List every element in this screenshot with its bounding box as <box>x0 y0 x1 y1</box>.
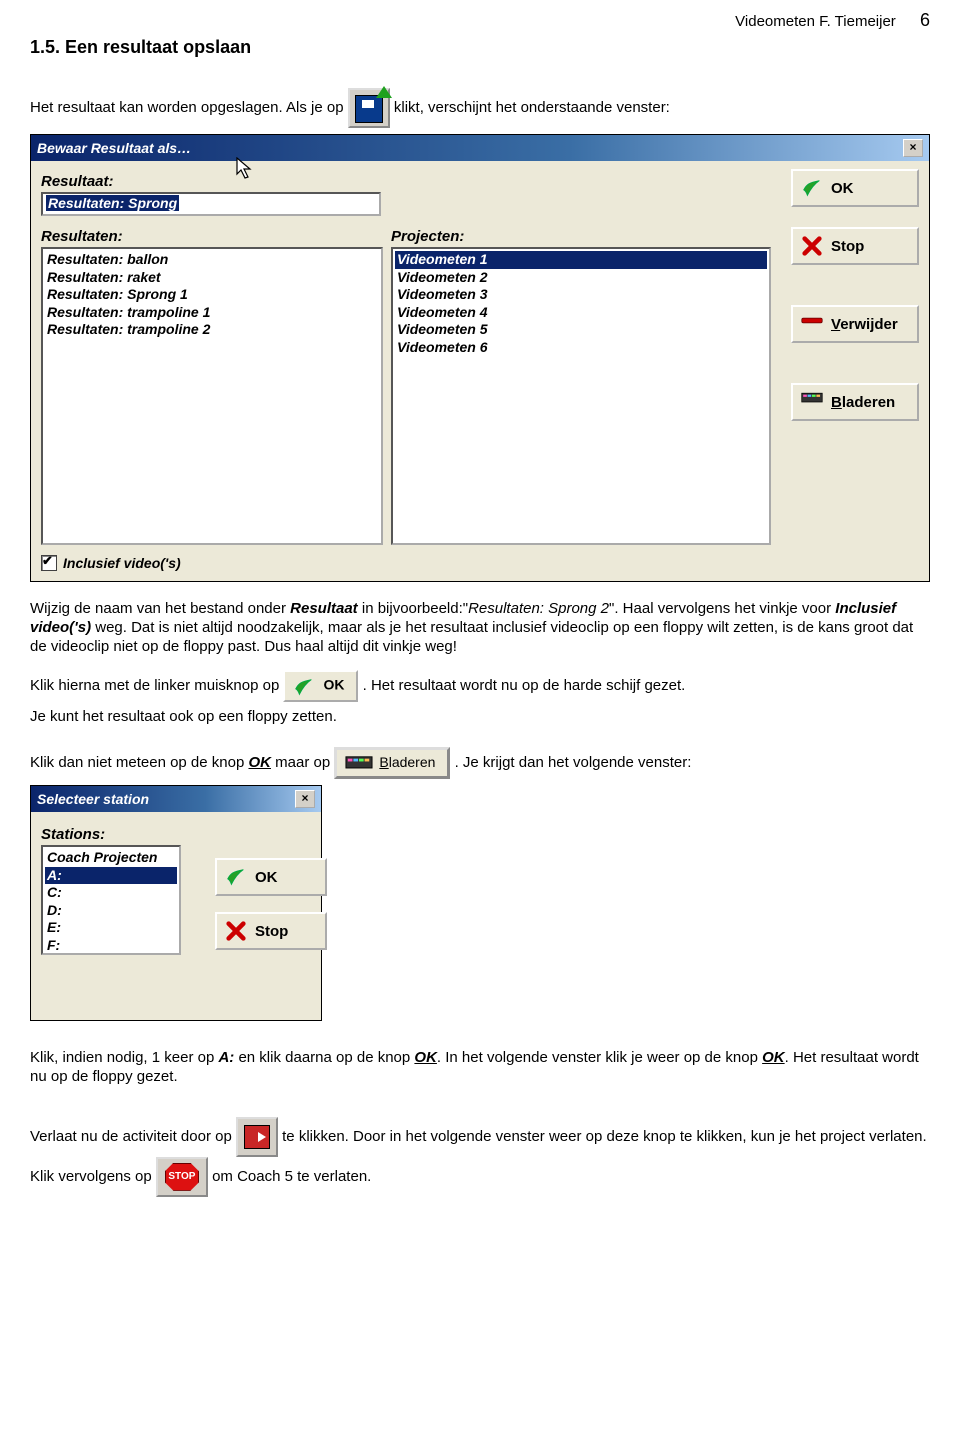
list-item[interactable]: Videometen 1 <box>395 251 767 269</box>
ok-button-label: OK <box>255 869 278 886</box>
p7-c: om Coach 5 te verlaten. <box>212 1168 371 1185</box>
x-icon <box>225 920 247 942</box>
stop-button[interactable]: Stop <box>215 912 327 950</box>
list-item[interactable]: Resultaten: raket <box>45 269 379 287</box>
paragraph-1: Het resultaat kan worden opgeslagen. Als… <box>30 88 930 128</box>
listbox-stations[interactable]: Coach ProjectenA:C:D:E:F: <box>41 845 181 955</box>
check-icon <box>225 866 247 888</box>
input-resultaat[interactable]: Resultaten: Sprong <box>41 192 381 216</box>
ok-button[interactable]: OK <box>215 858 327 896</box>
checkbox-icon[interactable] <box>41 555 57 571</box>
paragraph-5: Klik dan niet meteen op de knop OK maar … <box>30 747 930 779</box>
p2-c: in bijvoorbeeld:" <box>358 600 468 617</box>
p2-a: Wijzig de naam van het bestand onder <box>30 600 290 617</box>
bladeren-button[interactable]: Bladeren <box>791 383 919 421</box>
label-stations: Stations: <box>41 826 311 843</box>
label-projecten: Projecten: <box>391 228 771 245</box>
check-icon <box>293 676 315 696</box>
p6-b: A: <box>218 1049 234 1066</box>
p2-e: ". Haal vervolgens het vinkje voor <box>609 600 835 617</box>
p2-b: Resultaat <box>290 600 358 617</box>
list-item[interactable]: Resultaten: trampoline 2 <box>45 321 379 339</box>
p3-b: . Het resultaat wordt nu op de harde sch… <box>363 677 686 694</box>
ok-button-inline: OK <box>283 670 358 702</box>
p6-c: en klik daarna op de knop <box>234 1049 414 1066</box>
x-icon <box>801 235 823 257</box>
paragraph-7: Verlaat nu de activiteit door op te klik… <box>30 1117 930 1197</box>
list-item[interactable]: Videometen 4 <box>395 304 767 322</box>
delete-icon <box>801 313 823 335</box>
ok-button[interactable]: OK <box>791 169 919 207</box>
stop-icon-label: STOP <box>165 1163 199 1191</box>
input-resultaat-value: Resultaten: Sprong <box>46 195 179 211</box>
dialog-title: Selecteer station <box>37 791 149 807</box>
browse-icon <box>801 391 823 413</box>
list-item[interactable]: Coach Projecten <box>45 849 177 867</box>
paragraph-3: Klik hierna met de linker muisknop op OK… <box>30 670 930 702</box>
paragraph-2: Wijzig de naam van het bestand onder Res… <box>30 600 930 656</box>
label-resultaat: Resultaat: <box>41 173 919 190</box>
stop-button-label: Stop <box>831 238 864 255</box>
paragraph-6: Klik, indien nodig, 1 keer op A: en klik… <box>30 1049 930 1087</box>
listbox-resultaten[interactable]: Resultaten: ballonResultaten: raketResul… <box>41 247 383 545</box>
p6-ok: OK <box>414 1049 437 1066</box>
dialog-title: Bewaar Resultaat als… <box>37 140 191 156</box>
p6-ok2: OK <box>762 1049 785 1066</box>
bladeren-inline-label: laderen <box>389 754 436 770</box>
titlebar[interactable]: Selecteer station × <box>31 786 321 812</box>
p7-a: Verlaat nu de activiteit door op <box>30 1128 236 1145</box>
ok-button-label: OK <box>831 180 854 197</box>
p3-a: Klik hierna met de linker muisknop op <box>30 677 283 694</box>
p1-text-b: klikt, verschijnt het onderstaande venst… <box>394 99 670 116</box>
ok-inline-label: OK <box>323 677 344 693</box>
list-item[interactable]: Resultaten: trampoline 1 <box>45 304 379 322</box>
doc-title: Videometen F. Tiemeijer <box>735 13 896 30</box>
list-item[interactable]: E: <box>45 919 177 937</box>
p5-ok: OK <box>248 754 271 771</box>
listbox-projecten[interactable]: Videometen 1Videometen 2Videometen 3Vide… <box>391 247 771 545</box>
page-number: 6 <box>920 10 930 31</box>
p5-c: . Je krijgt dan het volgende venster: <box>455 754 692 771</box>
p6-d: . In het volgende venster klik je weer o… <box>437 1049 762 1066</box>
list-item[interactable]: A: <box>45 867 177 885</box>
list-item[interactable]: C: <box>45 884 177 902</box>
check-icon <box>801 177 823 199</box>
stop-button[interactable]: Stop <box>791 227 919 265</box>
p1-text-a: Het resultaat kan worden opgeslagen. Als… <box>30 99 348 116</box>
stop-icon: STOP <box>156 1157 208 1197</box>
verwijder-button[interactable]: Verwijder <box>791 305 919 343</box>
checkbox-inclusief-video[interactable]: Inclusief video('s) <box>41 555 919 571</box>
page-header: Videometen F. Tiemeijer 6 <box>30 10 930 31</box>
close-icon[interactable]: × <box>295 790 315 808</box>
stop-button-label: Stop <box>255 923 288 940</box>
p2-g: weg. Dat is niet altijd noodzakelijk, ma… <box>30 619 913 655</box>
paragraph-4: Je kunt het resultaat ook op een floppy … <box>30 708 930 727</box>
list-item[interactable]: Videometen 5 <box>395 321 767 339</box>
section-title: 1.5. Een resultaat opslaan <box>30 37 930 58</box>
p6-a: Klik, indien nodig, 1 keer op <box>30 1049 218 1066</box>
label-resultaten: Resultaten: <box>41 228 391 245</box>
close-icon[interactable]: × <box>903 139 923 157</box>
list-item[interactable]: Resultaten: ballon <box>45 251 379 269</box>
page: Videometen F. Tiemeijer 6 1.5. Een resul… <box>0 0 960 1243</box>
list-item[interactable]: Resultaten: Sprong 1 <box>45 286 379 304</box>
bladeren-button-inline: Bladeren <box>334 747 450 779</box>
p5-b: maar op <box>271 754 334 771</box>
checkbox-label: Inclusief video('s) <box>63 555 181 571</box>
list-item[interactable]: Videometen 3 <box>395 286 767 304</box>
titlebar[interactable]: Bewaar Resultaat als… × <box>31 135 929 161</box>
p2-d: Resultaten: Sprong 2 <box>468 600 609 617</box>
bladeren-button-label: Bladeren <box>831 394 895 411</box>
save-icon <box>348 88 390 128</box>
p5-a: Klik dan niet meteen op de knop <box>30 754 248 771</box>
list-item[interactable]: Videometen 2 <box>395 269 767 287</box>
list-item[interactable]: D: <box>45 902 177 920</box>
dialog-bewaar-resultaat: Bewaar Resultaat als… × Resultaat: Resul… <box>30 134 930 582</box>
list-item[interactable]: F: <box>45 937 177 955</box>
exit-icon <box>236 1117 278 1157</box>
verwijder-button-label: Verwijder <box>831 316 898 333</box>
list-item[interactable]: Videometen 6 <box>395 339 767 357</box>
browse-icon <box>345 754 373 772</box>
dialog-selecteer-station: Selecteer station × Stations: Coach Proj… <box>30 785 322 1021</box>
